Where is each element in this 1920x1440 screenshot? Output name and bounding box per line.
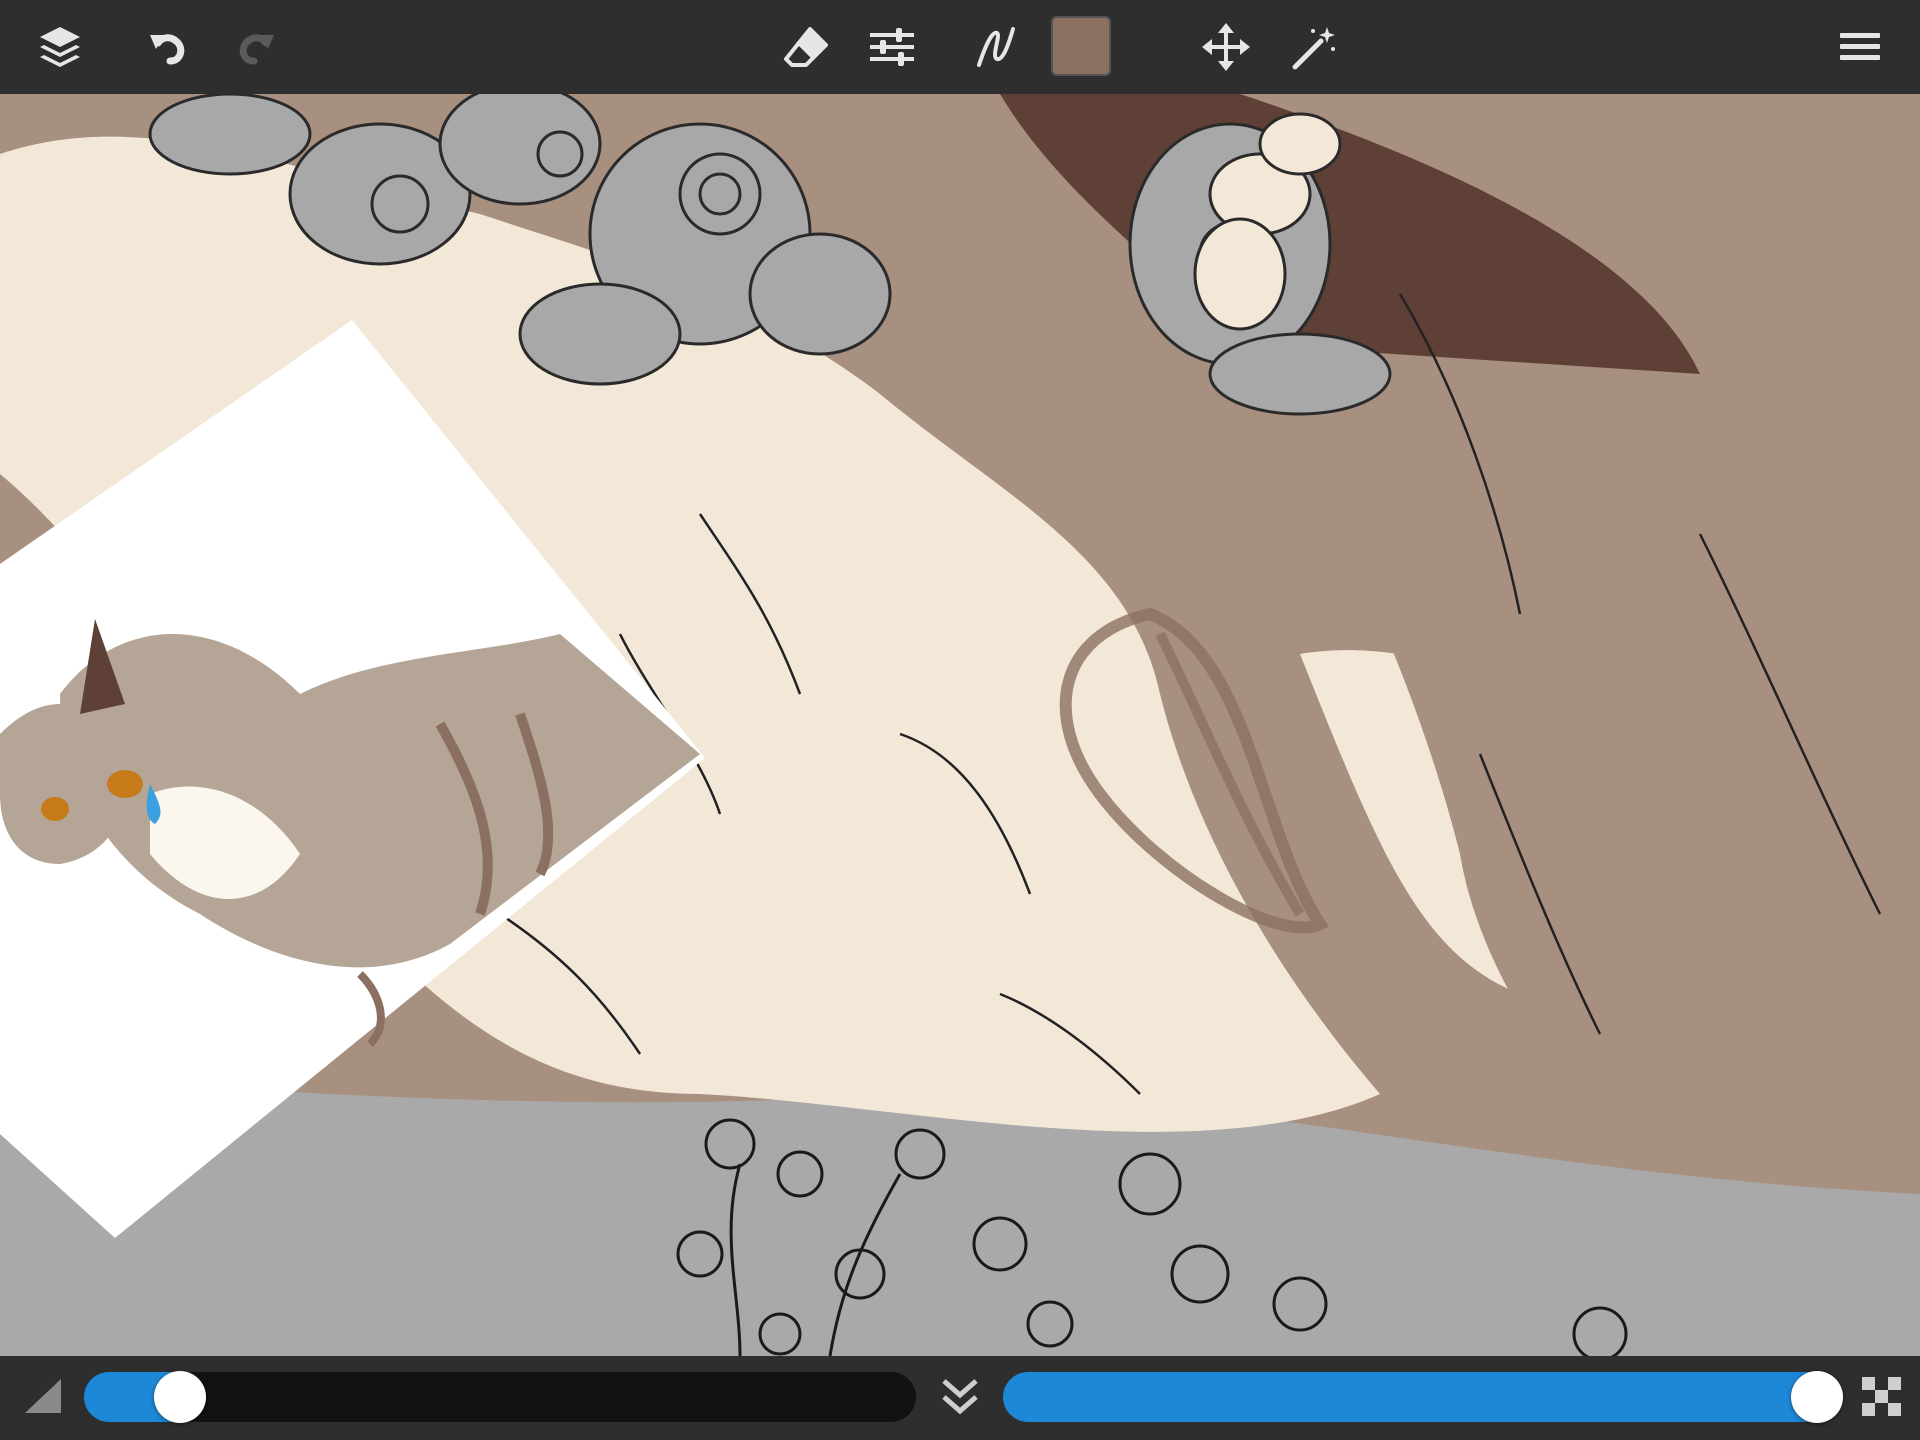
layer-menu-button[interactable] bbox=[933, 1370, 987, 1424]
color-swatch[interactable] bbox=[1051, 16, 1111, 76]
adjustments-button[interactable] bbox=[859, 14, 925, 80]
brush-size-slider[interactable] bbox=[84, 1371, 916, 1423]
opacity-slider[interactable] bbox=[1003, 1371, 1843, 1423]
layers-button[interactable] bbox=[27, 14, 93, 80]
magic-wand-button[interactable] bbox=[1280, 14, 1346, 80]
magic-wand-icon bbox=[1292, 27, 1335, 70]
transparency-button[interactable] bbox=[1855, 1370, 1909, 1424]
move-icon bbox=[1202, 23, 1250, 71]
redo-button[interactable] bbox=[225, 14, 291, 80]
artwork bbox=[0, 94, 1920, 1356]
hamburger-menu-icon bbox=[1840, 33, 1880, 60]
undo-button[interactable] bbox=[133, 14, 199, 80]
drawing-canvas[interactable] bbox=[0, 94, 1920, 1356]
brush-size-knob[interactable] bbox=[154, 1371, 206, 1423]
sliders-icon bbox=[870, 28, 914, 66]
brush-size-icon bbox=[16, 1370, 70, 1424]
top-toolbar bbox=[0, 0, 1920, 94]
transform-button[interactable] bbox=[1193, 14, 1259, 80]
eraser-icon bbox=[784, 27, 828, 67]
redo-icon bbox=[239, 34, 274, 65]
checkerboard-icon bbox=[1862, 1377, 1901, 1416]
eraser-button[interactable] bbox=[773, 14, 839, 80]
double-chevron-down-icon bbox=[942, 1379, 978, 1415]
menu-button[interactable] bbox=[1827, 14, 1893, 80]
opacity-knob[interactable] bbox=[1791, 1371, 1843, 1423]
brush-button[interactable] bbox=[962, 14, 1028, 80]
brush-stroke-icon bbox=[977, 27, 1015, 67]
bottom-toolbar bbox=[0, 1356, 1920, 1440]
opacity-fill bbox=[1003, 1372, 1843, 1422]
layers-icon bbox=[40, 27, 80, 67]
undo-icon bbox=[150, 34, 185, 65]
